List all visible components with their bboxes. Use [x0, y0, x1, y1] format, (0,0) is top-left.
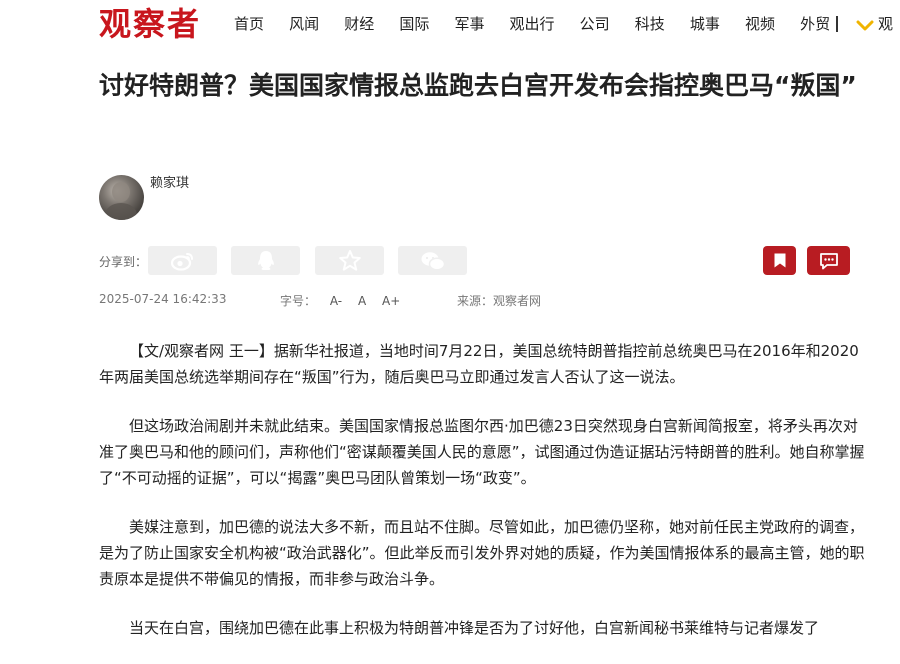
- article-paragraph: 但这场政治闹剧并未就此结束。美国国家情报总监图尔西·加巴德23日突然现身白宫新闻…: [99, 417, 865, 487]
- bookmark-icon: [774, 253, 785, 268]
- nav-item-fengwen[interactable]: 风闻: [289, 13, 319, 35]
- article-source: 来源：观察者网: [457, 294, 542, 308]
- nav-item-city[interactable]: 城事: [690, 13, 720, 35]
- nav-more-label: 观: [878, 15, 894, 33]
- share-wechat-button[interactable]: [398, 246, 467, 275]
- main-nav: 首页 风闻 财经 国际 军事 观出行 公司 科技 城事 视频 外贸: [234, 13, 850, 35]
- article-paragraph: 当天在白宫，围绕加巴德在此事上积极为特朗普冲锋是否为了讨好他，白宫新闻秘书莱维特…: [129, 619, 820, 637]
- nav-item-video[interactable]: 视频: [745, 13, 775, 35]
- nav-item-tech[interactable]: 科技: [635, 13, 665, 35]
- comment-icon: [819, 252, 838, 269]
- site-logo[interactable]: 观察者: [99, 2, 201, 46]
- author-name[interactable]: 赖家琪: [150, 172, 189, 191]
- nav-item-finance[interactable]: 财经: [344, 13, 374, 35]
- nav-item-international[interactable]: 国际: [399, 13, 429, 35]
- publish-datetime: 2025-07-24 16:42:33: [99, 292, 227, 306]
- author-avatar[interactable]: [99, 175, 144, 220]
- qzone-icon: [338, 250, 361, 271]
- top-navbar: 观察者 首页 风闻 财经 国际 军事 观出行 公司 科技 城事 视频 外贸 观: [0, 0, 900, 48]
- nav-more-menu[interactable]: 观: [856, 13, 893, 35]
- font-size-label: 字号：: [280, 294, 317, 308]
- article-paragraph: 【文/观察者网 王一】据新华社报道，当地时间7月22日，美国总统特朗普指控前总统…: [99, 342, 859, 386]
- article-paragraph: 美媒注意到，加巴德的说法大多不新，而且站不住脚。尽管如此，加巴德仍坚称，她对前任…: [99, 518, 865, 588]
- bookmark-button[interactable]: [763, 246, 796, 275]
- nav-divider: [836, 16, 838, 32]
- font-decrease-button[interactable]: A-: [330, 294, 342, 308]
- article-body: 【文/观察者网 王一】据新华社报道，当地时间7月22日，美国总统特朗普指控前总统…: [99, 338, 871, 664]
- font-increase-button[interactable]: A+: [382, 294, 400, 308]
- font-default-button[interactable]: A: [358, 294, 366, 308]
- font-size-controls: 字号： A- A A+: [280, 292, 400, 309]
- nav-item-military[interactable]: 军事: [454, 13, 484, 35]
- nav-item-company[interactable]: 公司: [580, 13, 610, 35]
- chevron-down-icon: [856, 20, 874, 30]
- nav-item-travel[interactable]: 观出行: [510, 13, 555, 35]
- comment-button[interactable]: [807, 246, 850, 275]
- nav-item-home[interactable]: 首页: [234, 13, 264, 35]
- wechat-icon: [421, 251, 445, 271]
- share-weibo-button[interactable]: [148, 246, 217, 275]
- share-qzone-button[interactable]: [315, 246, 384, 275]
- share-qq-button[interactable]: [231, 246, 300, 275]
- nav-item-trade[interactable]: 外贸: [800, 13, 830, 35]
- share-label: 分享到：: [99, 255, 148, 269]
- avatar-photo: [105, 182, 137, 220]
- qq-icon: [257, 250, 274, 270]
- weibo-icon: [170, 252, 193, 271]
- article-title: 讨好特朗普？美国国家情报总监跑去白宫开发布会指控奥巴马“叛国”: [99, 71, 857, 100]
